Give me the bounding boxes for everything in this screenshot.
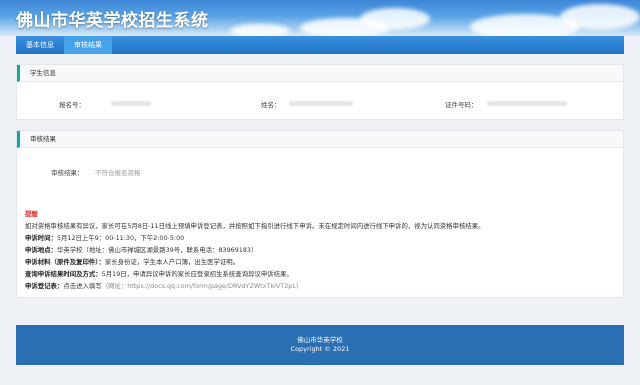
notice-place: 申诉地点：华英学校（地址：佛山市禅城区湖景路39号，联系电话：83969183）: [25, 245, 257, 254]
id-no-value-redacted: [487, 101, 567, 106]
notice-form-url[interactable]: （网址：https://docs.qq.com/form/page/DRVdYZ…: [102, 282, 303, 290]
footer-school: 佛山市华英学校: [297, 336, 343, 344]
notice-materials: 申诉材料（原件及复印件）：家长身份证，学生本人户口簿，出生医学证明。: [25, 257, 239, 266]
notice-form-link[interactable]: 点击进入填写: [63, 282, 101, 290]
student-info-card: 学生信息 报名号： 姓名： 证件号码：: [16, 64, 624, 120]
review-result-heading: 审核结果: [17, 131, 623, 148]
reg-no-label: 报名号：: [59, 101, 85, 109]
name-label: 姓名：: [261, 101, 281, 109]
notice-form: 申诉登记表：点击进入填写（网址：https://docs.qq.com/form…: [25, 281, 302, 290]
notice-place-label: 申诉地点：: [25, 246, 57, 254]
notice-query: 查询申诉结果时间及方式：5月19日，申请异议申诉的家长应登录招生系统查询异议申诉…: [25, 269, 293, 278]
notice-query-value: 5月19日，申请异议申诉的家长应登录招生系统查询异议申诉结果。: [101, 270, 293, 278]
notice-place-value: 华英学校（地址：佛山市禅城区湖景路39号，联系电话：83969183）: [56, 246, 258, 254]
notice-intro: 如对资格审核结果有异议，家长可在5月8日-11日线上预填申诉登记表，并按照如下指…: [25, 222, 485, 230]
student-info-heading: 学生信息: [17, 65, 623, 82]
main-nav: 基本信息 审核结果: [16, 36, 624, 54]
nav-basic-info[interactable]: 基本信息: [16, 36, 64, 54]
footer-copyright: Copyright © 2021: [290, 345, 350, 353]
header-banner: 佛山市华英学校招生系统: [0, 0, 640, 36]
review-result-card: 审核结果 审核结果： 不符合报名资格 提醒 如对资格审核结果有异议，家长可在5月…: [16, 130, 624, 298]
reg-no-value-redacted: [111, 101, 151, 106]
notice-time-value: 5月12日上午9：00-11:30，下午2:00-5:00: [56, 234, 185, 242]
notice-time: 申诉时间：5月12日上午9：00-11:30，下午2:00-5:00: [25, 233, 184, 242]
page-title: 佛山市华英学校招生系统: [16, 11, 209, 31]
notice-time-label: 申诉时间：: [25, 234, 57, 242]
result-value: 不符合报名资格: [95, 169, 141, 177]
result-label: 审核结果：: [51, 169, 84, 177]
notice-materials-label: 申诉材料（原件及复印件）：: [25, 258, 105, 266]
notice-title: 提醒: [25, 210, 38, 218]
id-no-label: 证件号码：: [445, 101, 478, 109]
name-value-redacted: [289, 101, 353, 106]
notice-materials-value: 家长身份证，学生本人户口簿，出生医学证明。: [104, 258, 240, 266]
notice-form-label: 申诉登记表：: [25, 282, 64, 290]
nav-review-result[interactable]: 审核结果: [64, 36, 112, 54]
page-footer: 佛山市华英学校 Copyright © 2021: [16, 325, 624, 365]
notice-query-label: 查询申诉结果时间及方式：: [25, 270, 102, 278]
